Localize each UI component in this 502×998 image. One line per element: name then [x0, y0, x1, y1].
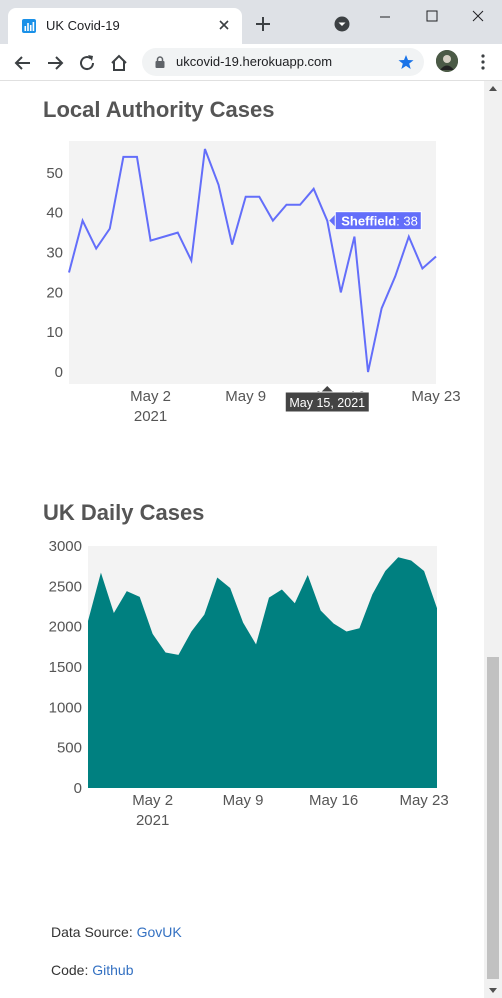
- govuk-link[interactable]: GovUK: [137, 924, 182, 940]
- x-tick-label: May 23: [399, 792, 448, 809]
- tab-title: UK Covid-19: [46, 18, 120, 33]
- address-bar[interactable]: ukcovid-19.herokuapp.com: [142, 48, 424, 76]
- y-tick-label: 0: [74, 780, 82, 797]
- bar-chart-favicon-icon: [22, 19, 36, 33]
- vertical-scrollbar[interactable]: [484, 81, 502, 998]
- x-tick-year-label: 2021: [136, 812, 169, 829]
- x-tick-label: May 9: [223, 792, 264, 809]
- browser-tab-strip: UK Covid-19: [0, 0, 502, 44]
- data-source-label: Data Source:: [51, 924, 137, 940]
- forward-arrow-icon[interactable]: [45, 53, 65, 73]
- new-tab-plus-icon[interactable]: [253, 14, 273, 34]
- x-tick-label: May 16: [309, 792, 358, 809]
- code-label: Code:: [51, 962, 93, 978]
- x-tick-label: May 2: [132, 792, 173, 809]
- tab-search-dropdown-icon[interactable]: [334, 16, 350, 32]
- data-source-line: Data Source: GovUK: [51, 924, 182, 940]
- lock-icon[interactable]: [154, 56, 166, 68]
- y-tick-label: 1000: [49, 699, 82, 716]
- close-window-icon[interactable]: [467, 6, 489, 28]
- close-tab-icon[interactable]: [216, 17, 232, 33]
- url-text: ukcovid-19.herokuapp.com: [176, 54, 333, 69]
- back-arrow-icon[interactable]: [13, 53, 33, 73]
- minimize-icon[interactable]: [374, 6, 396, 28]
- page-viewport: Local Authority Cases 0 10 20 30 40 50 May 2 20…: [0, 81, 484, 998]
- profile-picture-icon: [436, 50, 458, 72]
- y-tick-label: 1500: [49, 659, 82, 676]
- scrollbar-thumb[interactable]: [487, 657, 499, 979]
- y-tick-label: 2000: [49, 619, 82, 636]
- reload-icon[interactable]: [77, 53, 97, 73]
- scroll-down-arrow-icon[interactable]: [484, 982, 502, 998]
- bookmark-star-icon[interactable]: [398, 54, 414, 70]
- y-tick-label: 2500: [49, 578, 82, 595]
- browser-tab[interactable]: UK Covid-19: [8, 8, 242, 44]
- home-icon[interactable]: [109, 53, 129, 73]
- github-link[interactable]: Github: [92, 962, 133, 978]
- y-tick-label: 500: [57, 740, 82, 757]
- profile-avatar[interactable]: [436, 50, 458, 72]
- y-tick-label: 3000: [49, 538, 82, 555]
- code-line: Code: Github: [51, 962, 134, 978]
- browser-toolbar: ukcovid-19.herokuapp.com: [0, 44, 502, 81]
- maximize-icon[interactable]: [421, 6, 443, 28]
- scroll-up-arrow-icon[interactable]: [484, 81, 502, 97]
- uk-cases-chart[interactable]: 0 500 1000 1500 2000 2500 3000 May 2 2021 May 9 Ma…: [0, 81, 484, 841]
- more-menu-icon[interactable]: [474, 53, 492, 71]
